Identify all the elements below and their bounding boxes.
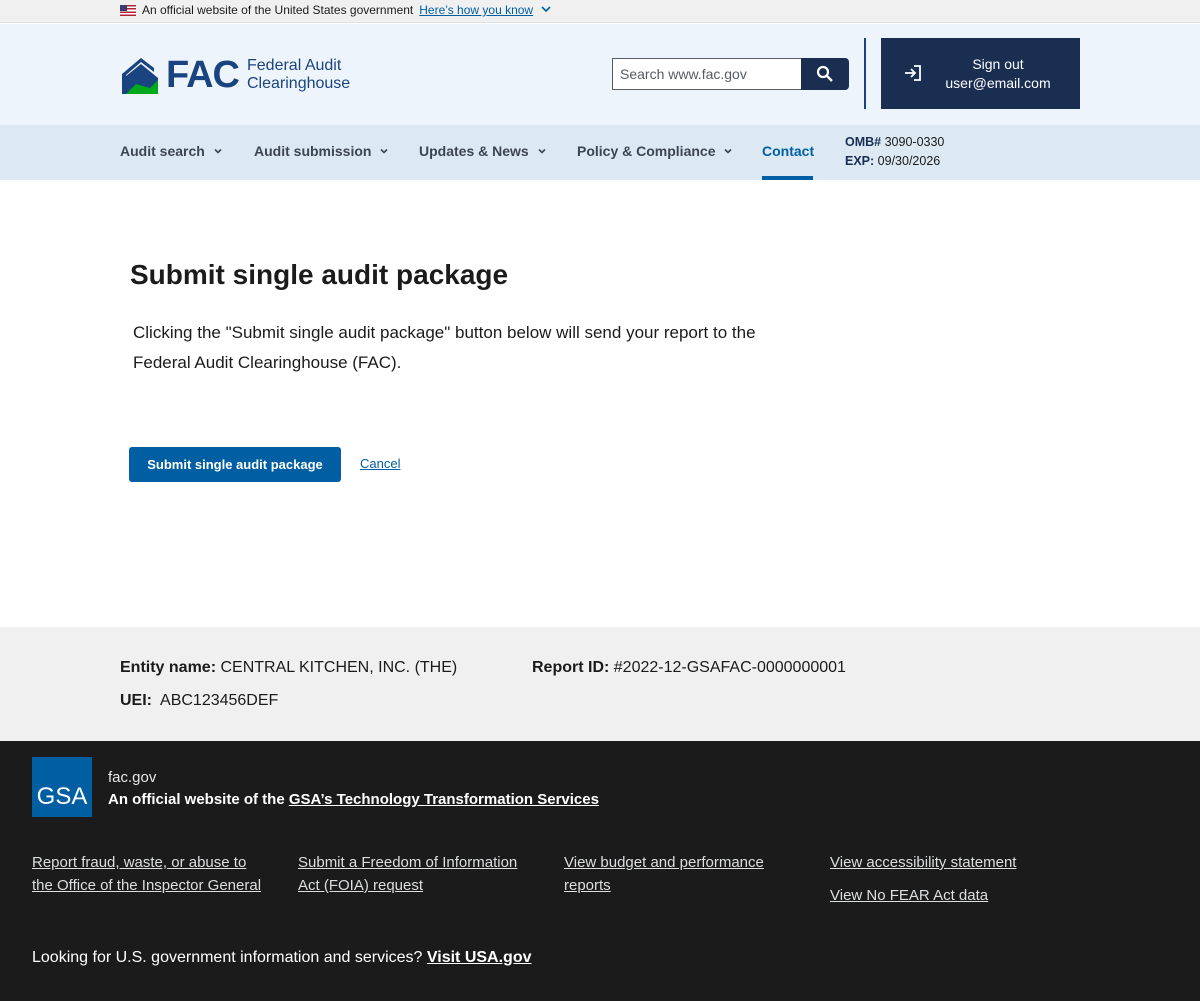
- chevron-down-icon: [380, 148, 389, 154]
- sign-out-button[interactable]: Sign out user@email.com: [881, 38, 1080, 109]
- footer-link-no-fear[interactable]: View No FEAR Act data: [830, 884, 1062, 907]
- site-search: [612, 58, 849, 90]
- site-footer: GSA fac.gov An official website of the G…: [0, 741, 1200, 1001]
- entity-name: Entity name: CENTRAL KITCHEN, INC. (THE): [120, 659, 457, 677]
- page-description: Clicking the "Submit single audit packag…: [133, 323, 756, 372]
- official-website-text: An official website of the GSA’s Technol…: [108, 791, 599, 808]
- entity-name-value: CENTRAL KITCHEN, INC. (THE): [220, 659, 458, 676]
- report-id: Report ID: #2022-12-GSAFAC-0000000001: [532, 659, 846, 677]
- search-icon: [816, 65, 833, 82]
- footer-link-foia[interactable]: Submit a Freedom of Information Act (FOI…: [298, 851, 530, 897]
- search-button[interactable]: [801, 58, 849, 90]
- nav-item-label: Updates & News: [419, 143, 529, 159]
- footer-site-name: fac.gov: [108, 769, 157, 786]
- nav-item-label: Policy & Compliance: [577, 143, 716, 159]
- report-info: Entity name: CENTRAL KITCHEN, INC. (THE)…: [0, 627, 1200, 741]
- page-title: Submit single audit package: [130, 259, 509, 290]
- exp-label: EXP:: [845, 154, 875, 168]
- fac-house-logo-icon: [122, 58, 158, 94]
- logo-name-line1: Federal Audit: [247, 57, 342, 74]
- nav-item-label: Audit submission: [254, 143, 372, 159]
- nav-active-indicator: [762, 176, 813, 180]
- usagov-link[interactable]: Visit USA.gov: [427, 949, 532, 966]
- submit-audit-package-button[interactable]: Submit single audit package: [129, 447, 341, 482]
- chevron-down-icon: [214, 148, 222, 154]
- cancel-link[interactable]: Cancel: [360, 456, 400, 471]
- entity-name-label: Entity name:: [120, 659, 217, 676]
- official-prefix: An official website of the: [108, 791, 285, 808]
- chevron-down-icon: [724, 148, 733, 154]
- us-flag-icon: [120, 4, 136, 16]
- omb-label: OMB#: [845, 135, 882, 149]
- footer-link-oig[interactable]: Report fraud, waste, or abuse to the Off…: [32, 851, 264, 897]
- chevron-down-icon[interactable]: [541, 4, 551, 16]
- logo-name-line2: Clearinghouse: [247, 75, 351, 92]
- main-nav: Audit search Audit submission Updates & …: [0, 125, 1200, 180]
- uei-value: ABC123456DEF: [160, 692, 279, 709]
- omb-value: 3090-0330: [884, 135, 945, 149]
- gov-banner-text: An official website of the United States…: [142, 3, 414, 17]
- nav-item-audit-search[interactable]: Audit search: [120, 143, 223, 159]
- nav-item-policy-compliance[interactable]: Policy & Compliance: [577, 143, 733, 159]
- nav-item-contact[interactable]: Contact: [762, 143, 814, 159]
- gsa-logo-text: GSA: [36, 783, 88, 810]
- nav-item-audit-submission[interactable]: Audit submission: [254, 143, 389, 159]
- nav-item-label: Audit search: [120, 143, 205, 159]
- uei-label: UEI:: [120, 692, 152, 709]
- logo-site-name: Federal Audit Clearinghouse: [247, 57, 367, 93]
- footer-link-budget[interactable]: View budget and performance reports: [564, 851, 796, 897]
- search-input[interactable]: [612, 58, 801, 90]
- nav-item-label: Contact: [762, 143, 815, 159]
- heres-how-you-know-link[interactable]: Here’s how you know: [419, 3, 533, 17]
- login-icon: [905, 65, 921, 81]
- sign-out-label: Sign out: [972, 56, 1024, 72]
- uei: UEI: ABC123456DEF: [120, 692, 278, 710]
- omb-info: OMB# 3090-0330 EXP: 09/30/2026: [845, 133, 944, 171]
- usagov-prefix: Looking for U.S. government information …: [32, 949, 423, 966]
- gov-banner: An official website of the United States…: [0, 0, 1200, 23]
- chevron-down-icon: [538, 148, 546, 154]
- usagov-text: Looking for U.S. government information …: [32, 949, 532, 967]
- report-id-label: Report ID:: [532, 659, 610, 676]
- tts-link[interactable]: GSA’s Technology Transformation Services: [289, 791, 599, 808]
- footer-link-accessibility[interactable]: View accessibility statement: [830, 851, 1062, 874]
- logo-wordmark: FAC: [166, 54, 240, 96]
- sign-out-text: Sign out user@email.com: [937, 55, 1059, 93]
- site-header: FAC Federal Audit Clearinghouse Sign out…: [0, 24, 1200, 125]
- header-divider: [864, 38, 866, 109]
- report-id-value: #2022-12-GSAFAC-0000000001: [613, 659, 846, 676]
- gsa-logo[interactable]: GSA: [32, 757, 92, 817]
- exp-value: 09/30/2026: [877, 154, 941, 168]
- fac-logo[interactable]: FAC Federal Audit Clearinghouse: [120, 54, 367, 96]
- user-email: user@email.com: [945, 75, 1051, 91]
- nav-item-updates-news[interactable]: Updates & News: [419, 143, 547, 159]
